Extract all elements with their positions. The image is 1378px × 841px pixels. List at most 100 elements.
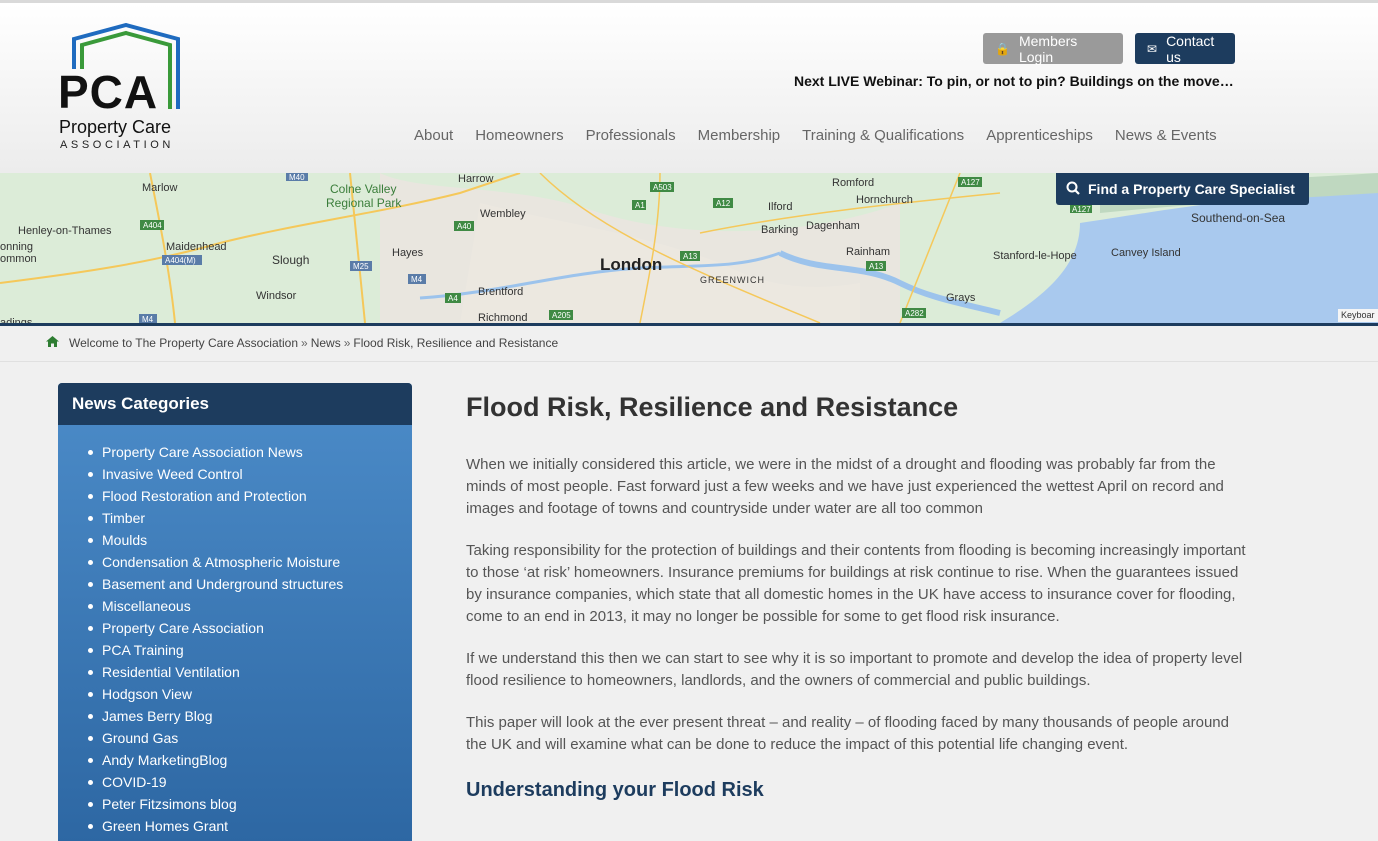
map-label: Wembley bbox=[480, 208, 526, 220]
road-label: A404(M) bbox=[165, 256, 196, 265]
category-item: Hodgson View bbox=[86, 685, 412, 707]
breadcrumb-current: Flood Risk, Resilience and Resistance bbox=[353, 336, 559, 350]
category-item: Green Homes Grant bbox=[86, 817, 412, 839]
keyboard-shortcuts-link[interactable]: Keyboar bbox=[1338, 309, 1378, 322]
category-item: Property Care Association News bbox=[86, 443, 412, 465]
category-item: Residential Ventilation bbox=[86, 663, 412, 685]
logo-text: PCA bbox=[58, 66, 159, 118]
category-link[interactable]: COVID-19 bbox=[102, 774, 167, 790]
category-link[interactable]: Condensation & Atmospheric Moisture bbox=[102, 554, 340, 570]
category-link[interactable]: Green Homes Grant bbox=[102, 818, 228, 834]
article-paragraph: When we initially considered this articl… bbox=[466, 456, 1224, 517]
road-label: A282 bbox=[905, 309, 924, 318]
map-label: Hayes bbox=[392, 247, 424, 259]
nav-item-training[interactable]: Training & Qualifications bbox=[802, 124, 964, 148]
map-label: onning bbox=[0, 241, 33, 253]
category-item: Andy MarketingBlog bbox=[86, 751, 412, 773]
map-label: Southend-on-Sea bbox=[1191, 211, 1285, 225]
nav-item-apprenticeships[interactable]: Apprenticeships bbox=[986, 124, 1093, 148]
category-list: Property Care Association News Invasive … bbox=[58, 425, 412, 839]
webinar-link[interactable]: Next LIVE Webinar: To pin, or not to pin… bbox=[794, 73, 1234, 89]
road-label: A127 bbox=[961, 178, 980, 187]
breadcrumb: Welcome to The Property Care Association… bbox=[0, 326, 1378, 362]
logo-subtitle: Property Care bbox=[59, 117, 172, 137]
pca-logo[interactable]: PCA Property Care ASSOCIATION bbox=[56, 23, 191, 158]
home-icon[interactable] bbox=[46, 336, 59, 350]
category-link[interactable]: Hodgson View bbox=[102, 686, 192, 702]
map-label: Brentford bbox=[478, 286, 523, 298]
category-link[interactable]: Property Care Association News bbox=[102, 444, 303, 460]
article-subheading: Understanding your Flood Risk bbox=[466, 779, 764, 801]
breadcrumb-separator: » bbox=[343, 336, 351, 350]
lock-icon: 🔒 bbox=[995, 41, 1010, 56]
contact-us-label: Contact us bbox=[1166, 32, 1215, 65]
map-label: Romford bbox=[832, 177, 874, 189]
category-link[interactable]: Property Care Association bbox=[102, 620, 264, 636]
road-label: M25 bbox=[353, 262, 369, 271]
article: Flood Risk, Resilience and Resistance Wh… bbox=[466, 390, 1246, 804]
map-label: Regional Park bbox=[326, 196, 402, 210]
map-label: Rainham bbox=[846, 246, 890, 258]
nav-item-professionals[interactable]: Professionals bbox=[586, 124, 676, 148]
category-link[interactable]: Peter Fitzsimons blog bbox=[102, 796, 237, 812]
category-item: Condensation & Atmospheric Moisture bbox=[86, 553, 412, 575]
category-link[interactable]: Timber bbox=[102, 510, 145, 526]
road-label: A13 bbox=[683, 252, 698, 261]
map-label: Richmond bbox=[478, 312, 528, 323]
category-item: Flood Restoration and Protection bbox=[86, 487, 412, 509]
find-specialist-label: Find a Property Care Specialist bbox=[1088, 181, 1295, 197]
category-item: Ground Gas bbox=[86, 729, 412, 751]
nav-item-news-events[interactable]: News & Events bbox=[1115, 124, 1217, 148]
category-link[interactable]: PCA Training bbox=[102, 642, 184, 658]
road-label: A404 bbox=[143, 221, 162, 230]
category-link[interactable]: Residential Ventilation bbox=[102, 664, 240, 680]
category-link[interactable]: Ground Gas bbox=[102, 730, 178, 746]
map-label: Colne Valley bbox=[330, 182, 396, 196]
breadcrumb-news[interactable]: News bbox=[311, 336, 341, 350]
category-item: PCA Training bbox=[86, 641, 412, 663]
nav-item-about[interactable]: About bbox=[414, 124, 453, 148]
map-label: Marlow bbox=[142, 182, 178, 194]
nav-item-membership[interactable]: Membership bbox=[698, 124, 781, 148]
map-label: Maidenhead bbox=[166, 241, 227, 253]
site-header: PCA Property Care ASSOCIATION 🔒 Members … bbox=[0, 3, 1378, 173]
category-item: Peter Fitzsimons blog bbox=[86, 795, 412, 817]
category-item: Miscellaneous bbox=[86, 597, 412, 619]
members-login-button[interactable]: 🔒 Members Login bbox=[983, 32, 1123, 65]
road-label: A40 bbox=[457, 222, 472, 231]
category-link[interactable]: Andy MarketingBlog bbox=[102, 752, 227, 768]
breadcrumb-home[interactable]: Welcome to The Property Care Association bbox=[69, 336, 298, 350]
category-item: COVID-19 bbox=[86, 773, 412, 795]
main-nav: About Homeowners Professionals Membershi… bbox=[414, 124, 1217, 148]
category-link[interactable]: James Berry Blog bbox=[102, 708, 212, 724]
category-item: Timber bbox=[86, 509, 412, 531]
category-link[interactable]: Invasive Weed Control bbox=[102, 466, 243, 482]
search-icon bbox=[1066, 181, 1080, 198]
category-item: Invasive Weed Control bbox=[86, 465, 412, 487]
category-link[interactable]: Miscellaneous bbox=[102, 598, 191, 614]
category-link[interactable]: Flood Restoration and Protection bbox=[102, 488, 307, 504]
logo-subtitle-association: ASSOCIATION bbox=[60, 139, 174, 151]
road-label: A12 bbox=[716, 199, 731, 208]
article-paragraph: If we understand this then we can start … bbox=[466, 650, 1243, 689]
category-link[interactable]: Basement and Underground structures bbox=[102, 576, 343, 592]
article-paragraph: This paper will look at the ever present… bbox=[466, 714, 1229, 753]
road-label: M4 bbox=[411, 275, 423, 284]
members-login-label: Members Login bbox=[1018, 32, 1078, 65]
map-label: Grays bbox=[946, 292, 976, 304]
breadcrumb-separator: » bbox=[301, 336, 308, 350]
category-link[interactable]: Moulds bbox=[102, 532, 147, 548]
nav-item-homeowners[interactable]: Homeowners bbox=[475, 124, 563, 148]
article-title: Flood Risk, Resilience and Resistance bbox=[466, 392, 959, 422]
road-label: M4 bbox=[142, 315, 154, 323]
map-label: ommon bbox=[0, 253, 37, 265]
map-label: Stanford-le-Hope bbox=[993, 250, 1077, 262]
road-label: M40 bbox=[289, 173, 305, 182]
contact-us-button[interactable]: ✉ Contact us bbox=[1135, 32, 1235, 65]
map-label: Hornchurch bbox=[856, 194, 913, 206]
find-specialist-button[interactable]: Find a Property Care Specialist bbox=[1056, 173, 1309, 205]
category-item: Moulds bbox=[86, 531, 412, 553]
envelope-icon: ✉ bbox=[1147, 41, 1158, 56]
road-label: A205 bbox=[552, 311, 571, 320]
category-item: Basement and Underground structures bbox=[86, 575, 412, 597]
